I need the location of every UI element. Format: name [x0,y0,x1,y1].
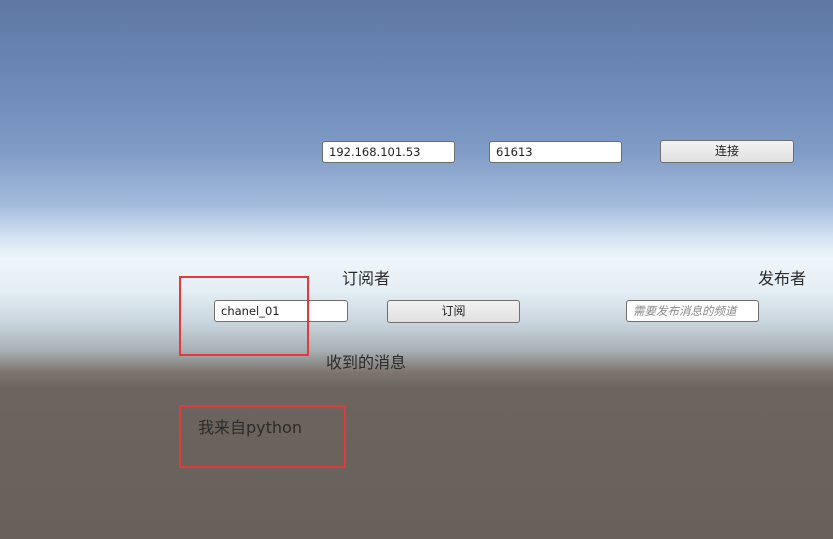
connect-button[interactable]: 连接 [660,140,794,163]
publish-channel-input[interactable] [626,300,759,322]
publisher-title: 发布者 [758,269,807,288]
received-messages-title: 收到的消息 [326,353,407,372]
highlight-box-message [179,405,346,468]
subscriber-title: 订阅者 [342,269,391,288]
ip-address-input[interactable] [322,141,455,163]
port-input[interactable] [489,141,622,163]
highlight-box-channel [179,276,309,356]
subscribe-button[interactable]: 订阅 [387,300,520,323]
